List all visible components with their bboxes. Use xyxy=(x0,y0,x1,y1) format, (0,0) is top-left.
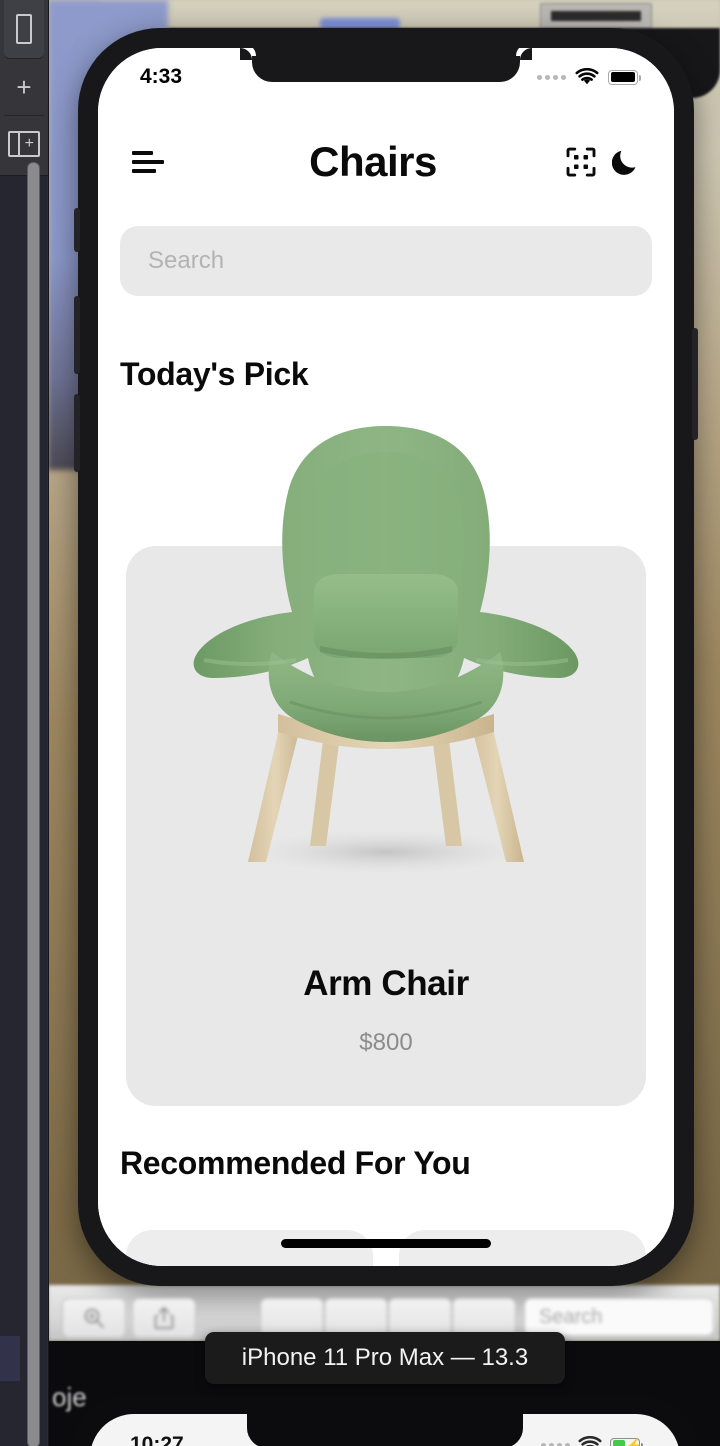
featured-product-card[interactable]: Arm Chair $800 xyxy=(126,546,646,1106)
status-bar-time: 4:33 xyxy=(140,65,183,88)
status-bar-indicators xyxy=(537,68,641,86)
zoom-in-button[interactable] xyxy=(62,1298,126,1338)
app-sidebar: + + xyxy=(0,0,49,1446)
panel-icon xyxy=(16,14,32,44)
toolbar-search-field[interactable]: Search xyxy=(524,1298,714,1336)
wifi-icon xyxy=(575,68,599,85)
section-title-todays-pick: Today's Pick xyxy=(120,356,309,392)
home-indicator[interactable] xyxy=(281,1239,491,1248)
recommended-card-2[interactable] xyxy=(399,1230,646,1266)
battery-icon xyxy=(608,69,641,85)
mute-switch[interactable] xyxy=(74,208,80,252)
iphone-simulator-frame: 4:33 Chairs Search Today's Pick Arm Chai… xyxy=(74,28,698,1286)
sidebar-scrollbar[interactable] xyxy=(27,162,40,1446)
sidebar-selected-row xyxy=(0,1336,20,1381)
share-icon xyxy=(154,1307,174,1329)
chairs-app: 4:33 Chairs Search Today's Pick Arm Chai… xyxy=(98,48,674,1266)
hamburger-menu-icon[interactable] xyxy=(132,151,164,173)
secondary-cellular-signal-icon xyxy=(541,1442,570,1446)
device-notch xyxy=(240,48,532,82)
share-button[interactable] xyxy=(132,1298,196,1338)
navbar-left xyxy=(132,151,202,173)
featured-product-name: Arm Chair xyxy=(303,964,469,1003)
featured-product-price: $800 xyxy=(359,1029,413,1056)
volume-up-button[interactable] xyxy=(74,296,80,374)
panel-toggle-button[interactable] xyxy=(4,0,44,59)
app-navbar: Chairs xyxy=(98,120,674,204)
secondary-wifi-icon xyxy=(578,1436,602,1446)
secondary-device-notch xyxy=(247,1414,523,1446)
search-bar[interactable] xyxy=(120,226,652,296)
magnifier-plus-icon xyxy=(84,1308,104,1328)
qr-scan-icon[interactable] xyxy=(566,147,596,177)
section-title-recommended: Recommended For You xyxy=(120,1145,471,1181)
power-button[interactable] xyxy=(692,328,698,440)
screenshot-root: + + 4:33 Chairs Search Today's Pick Arm … xyxy=(0,0,720,1446)
recommended-card-1[interactable] xyxy=(126,1230,373,1266)
background-text-fragment: oje xyxy=(52,1382,87,1412)
add-button[interactable]: + xyxy=(4,59,44,116)
secondary-simulator-frame: 10:27 ⚡ xyxy=(72,1396,698,1446)
device-tooltip: iPhone 11 Pro Max — 13.3 xyxy=(205,1332,565,1384)
secondary-simulator-screen: 10:27 ⚡ xyxy=(90,1414,680,1446)
backdrop-label-plate xyxy=(540,3,652,29)
search-input[interactable] xyxy=(146,246,626,276)
page-title: Chairs xyxy=(309,138,437,185)
recommended-cards-row xyxy=(126,1230,646,1266)
volume-down-button[interactable] xyxy=(74,394,80,472)
secondary-status-bar-indicators: ⚡ xyxy=(541,1436,643,1446)
simulator-screen: 4:33 Chairs Search Today's Pick Arm Chai… xyxy=(98,48,674,1266)
secondary-battery-charging-icon: ⚡ xyxy=(610,1437,643,1446)
sidebar-toolbar: + + xyxy=(0,0,48,176)
secondary-status-bar-time: 10:27 xyxy=(130,1433,184,1446)
cellular-signal-icon xyxy=(537,74,566,80)
plus-icon: + xyxy=(16,72,32,102)
navbar-right xyxy=(544,147,640,177)
moon-icon[interactable] xyxy=(612,147,640,177)
split-plus-icon: + xyxy=(8,131,40,157)
